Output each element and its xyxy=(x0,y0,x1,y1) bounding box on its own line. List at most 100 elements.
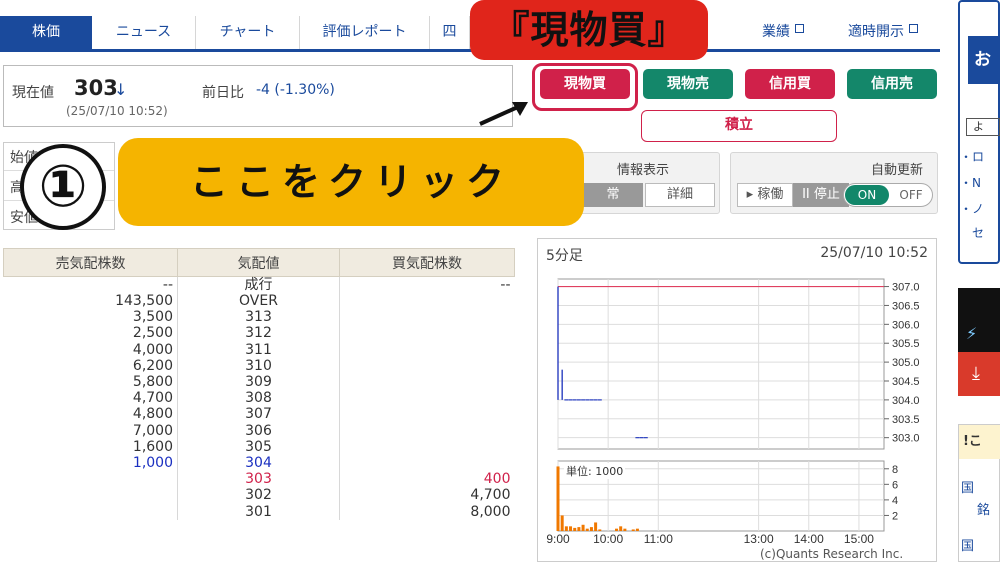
price-cell: 307 xyxy=(177,406,340,423)
tab-news[interactable]: ニュース xyxy=(92,16,196,49)
volume-bar xyxy=(589,527,593,531)
price-tick-label: 303.5 xyxy=(892,414,920,426)
pointer-arrow-icon xyxy=(479,102,528,126)
table-row: 2,500 312 xyxy=(3,325,515,342)
run-button[interactable]: ▸ 稼働 xyxy=(737,183,793,207)
volume-bar xyxy=(635,528,639,531)
right-item[interactable]: セ xyxy=(972,224,984,241)
price-volume-chart: 307.0 306.5 306.0 305.5 305.0 304.5 304.0 303.5… xyxy=(546,278,920,546)
price-tick-label: 307.0 xyxy=(892,282,920,294)
table-row: 4,700 308 xyxy=(3,390,515,407)
sell-qty-cell: 4,000 xyxy=(3,341,178,358)
right-item[interactable]: ・ノ xyxy=(960,200,984,217)
price-cell: 304 xyxy=(177,454,340,472)
price-timestamp: (25/07/10 10:52) xyxy=(66,104,168,118)
buy-qty-cell xyxy=(340,455,515,471)
notice-link[interactable]: 銘 xyxy=(977,499,990,518)
sell-qty-cell xyxy=(3,503,178,520)
volume-bar xyxy=(581,524,585,531)
price-cell: 302 xyxy=(177,487,340,504)
right-header-block: お xyxy=(968,36,1000,84)
volume-bar xyxy=(560,515,564,531)
right-item[interactable]: ・ロ xyxy=(960,148,984,165)
price-cell: 312 xyxy=(177,325,340,342)
auto-update-toggle[interactable]: ON OFF xyxy=(843,183,933,207)
table-row: 4,000 311 xyxy=(3,341,515,358)
price-cell: 308 xyxy=(177,390,340,407)
sell-qty-cell xyxy=(3,471,178,488)
detail-display-button[interactable]: 詳細 xyxy=(645,183,715,207)
table-row: 4,800 307 xyxy=(3,406,515,423)
promo-banner[interactable]: ⚡ xyxy=(958,288,1000,352)
intraday-chart-panel: 5分足 25/07/10 10:52 307.0 306.5 306.0 305.5 3… xyxy=(537,238,937,562)
price-tick-label: 303.0 xyxy=(892,433,920,445)
buy-qty-cell xyxy=(340,309,515,325)
volume-unit-label: 単位: 1000 xyxy=(564,463,626,479)
price-tick-label: 304.0 xyxy=(892,395,920,407)
chart-credit: (c)Quants Research Inc. xyxy=(760,547,904,561)
tab-report[interactable]: 評価レポート xyxy=(300,16,430,49)
volume-tick-label: 6 xyxy=(892,479,898,491)
current-price-value: 303 xyxy=(74,76,118,100)
external-link-icon xyxy=(909,24,918,33)
margin-sell-button[interactable]: 信用売 xyxy=(847,69,937,99)
notice-link[interactable]: 国 xyxy=(961,535,974,554)
price-tick-label: 305.5 xyxy=(892,338,920,350)
normal-display-button[interactable]: 常 xyxy=(583,183,643,207)
tab-stock-price[interactable]: 株価 xyxy=(0,16,92,49)
volume-tick-label: 4 xyxy=(892,495,898,507)
auto-update-panel: 自動更新 ▸ 稼働 II 停止 ON OFF xyxy=(730,152,938,214)
tab-chart[interactable]: チャート xyxy=(196,16,300,49)
price-header: 気配値 xyxy=(177,248,340,277)
volume-bar xyxy=(569,526,573,531)
accumulate-button[interactable]: 積立 xyxy=(641,110,837,142)
auto-update-title: 自動更新 xyxy=(870,163,923,178)
volume-bar xyxy=(573,527,577,531)
price-cell: 成行 xyxy=(177,276,340,293)
sell-qty-cell xyxy=(3,487,178,504)
price-tick-label: 305.0 xyxy=(892,357,920,369)
right-item[interactable]: ・N xyxy=(960,174,981,191)
link-earnings[interactable]: 業績 xyxy=(762,16,804,49)
table-row: 301 8,000 xyxy=(3,503,515,520)
change-label: 前日比 xyxy=(202,85,244,101)
volume-bar xyxy=(585,528,589,531)
sell-qty-cell: 1,600 xyxy=(3,438,178,455)
current-price-box: 現在値 303 ↓ (25/07/10 10:52) 前日比 -4 (-1.30… xyxy=(3,65,513,127)
step-number-badge: ① xyxy=(20,144,106,230)
buy-qty-cell xyxy=(340,423,515,439)
time-axis-label: 14:00 xyxy=(794,532,824,546)
table-row: 1,600 305 xyxy=(3,438,515,455)
price-cell: 305 xyxy=(177,438,340,455)
link-disclosure[interactable]: 適時開示 xyxy=(848,16,918,49)
sell-qty-cell: 3,500 xyxy=(3,309,178,326)
stop-button[interactable]: II 停止 xyxy=(793,183,849,207)
tab-quarterly[interactable]: 四 xyxy=(430,16,470,49)
table-header-row: 売気配株数 気配値 買気配株数 xyxy=(3,248,515,277)
time-axis-label: 9:00 xyxy=(546,532,570,546)
buy-qty-cell: 8,000 xyxy=(470,503,511,520)
download-icon[interactable]: ⤓ xyxy=(958,352,1000,396)
highlight-ring xyxy=(532,63,638,111)
sell-qty-cell: 5,800 xyxy=(3,373,178,391)
current-price-label: 現在値 xyxy=(12,85,54,101)
volume-bar xyxy=(619,526,623,531)
price-tick-label: 306.5 xyxy=(892,300,920,312)
buy-qty-cell xyxy=(340,342,515,358)
price-cell: 311 xyxy=(177,341,340,358)
order-board-table: 売気配株数 気配値 買気配株数 -- 成行 -- 143,500 OVER 3,500 31… xyxy=(3,248,515,520)
volume-bar xyxy=(594,522,598,531)
table-row: 6,200 310 xyxy=(3,357,515,374)
margin-buy-button[interactable]: 信用買 xyxy=(745,69,835,99)
volume-bar xyxy=(577,527,581,531)
time-axis-label: 11:00 xyxy=(644,532,673,546)
time-axis-label: 10:00 xyxy=(593,532,623,546)
notice-box: !こ 国 銘 国 xyxy=(958,424,1000,562)
notice-link[interactable]: 国 xyxy=(961,477,974,496)
lightning-icon: ⚡ xyxy=(966,324,978,343)
info-display-panel: 情報表示 常 詳細 xyxy=(578,152,720,214)
sell-qty-cell: -- xyxy=(3,276,178,293)
spot-sell-button[interactable]: 現物売 xyxy=(643,69,733,99)
right-sidebar: お よ ・ロ ・N ・ノ セ ⚡ ⤓ !こ 国 銘 国 xyxy=(958,0,1000,562)
buy-qty-cell xyxy=(340,439,515,455)
